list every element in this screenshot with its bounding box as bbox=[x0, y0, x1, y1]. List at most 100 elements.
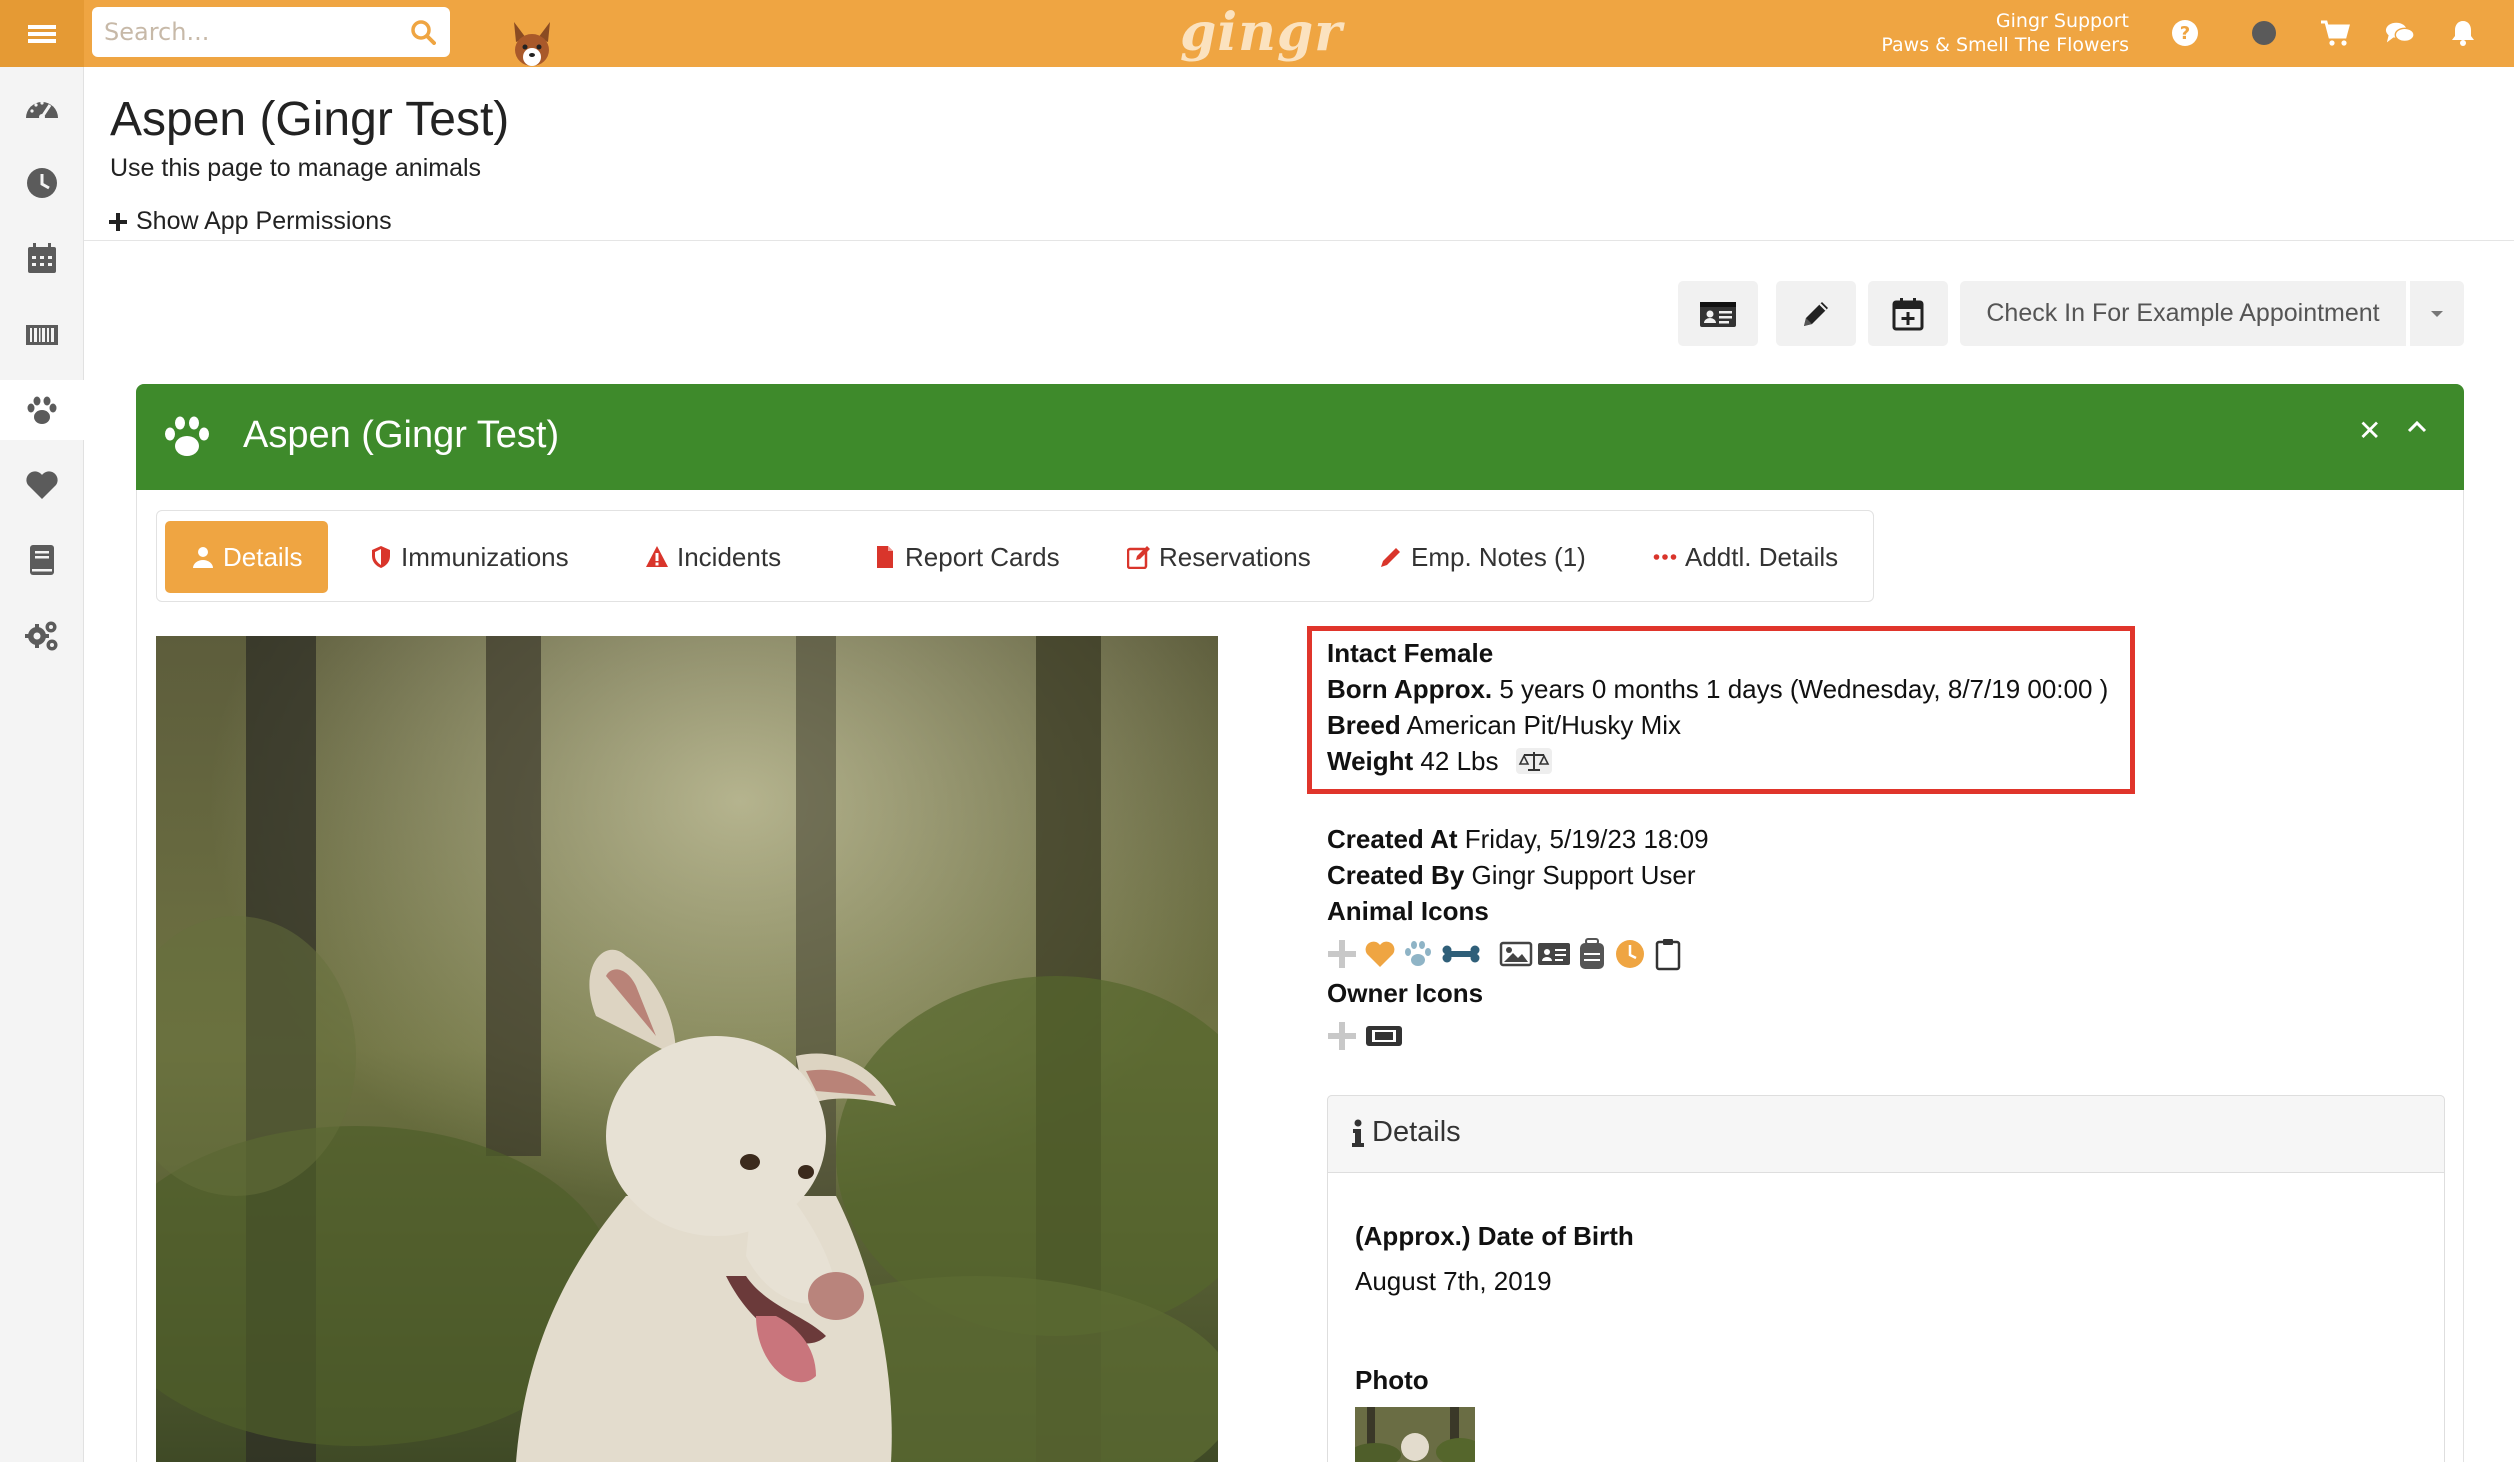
book-icon bbox=[30, 545, 54, 575]
paw-icon[interactable] bbox=[1401, 937, 1435, 971]
add-icon[interactable] bbox=[1325, 937, 1359, 971]
sidebar-item-animals[interactable] bbox=[0, 380, 84, 440]
animal-sex: Intact Female bbox=[1327, 638, 1494, 668]
page-title: Aspen (Gingr Test) bbox=[110, 93, 510, 146]
chat-icon[interactable] bbox=[2385, 18, 2415, 48]
heart-icon bbox=[26, 471, 58, 499]
sidebar-item-dashboard[interactable] bbox=[0, 79, 84, 139]
details-card-header bbox=[1327, 1095, 2445, 1173]
tab-label: Reservations bbox=[1159, 541, 1311, 572]
bone-icon[interactable] bbox=[1439, 937, 1483, 971]
close-icon[interactable]: ✕ bbox=[2358, 414, 2381, 447]
location-name: Paws & Smell The Flowers bbox=[1881, 34, 2129, 56]
gingr-logo[interactable]: gingr bbox=[1180, 2, 1343, 63]
tab-details[interactable]: Details bbox=[165, 521, 329, 593]
cart-icon[interactable] bbox=[2320, 18, 2350, 48]
image-icon[interactable] bbox=[1499, 937, 1533, 971]
status-dot-icon[interactable] bbox=[2249, 18, 2279, 48]
tab-label: Addtl. Details bbox=[1685, 541, 1839, 572]
pencil-icon bbox=[1381, 548, 1400, 567]
sidebar-item-settings[interactable] bbox=[0, 605, 84, 665]
sidebar-item-history[interactable] bbox=[0, 153, 84, 213]
svg-text:?: ? bbox=[2180, 23, 2190, 44]
owner-icons-label: Owner Icons bbox=[1327, 978, 1484, 1008]
ellipsis-icon bbox=[1653, 554, 1677, 560]
weight-scale-button[interactable] bbox=[1515, 748, 1552, 775]
animal-breed: Breed American Pit/Husky Mix bbox=[1327, 710, 1681, 740]
details-card-title: Details bbox=[1352, 1116, 1461, 1149]
help-icon[interactable]: ? bbox=[2170, 18, 2200, 48]
calendar-plus-icon bbox=[1892, 297, 1924, 330]
sidebar-item-calendar[interactable] bbox=[0, 229, 84, 289]
pencil-icon bbox=[1804, 301, 1828, 326]
clock-icon[interactable] bbox=[1613, 937, 1647, 971]
animal-icons-row bbox=[1325, 934, 1685, 974]
owner-icons-row bbox=[1325, 1016, 1405, 1056]
edit-icon bbox=[1127, 546, 1150, 569]
shield-icon bbox=[372, 546, 390, 568]
heart-icon[interactable] bbox=[1363, 937, 1397, 971]
search-icon[interactable] bbox=[410, 19, 436, 45]
speedometer-icon bbox=[26, 101, 58, 120]
check-in-button[interactable]: Check In For Example Appointment bbox=[1960, 281, 2406, 346]
id-card-button[interactable] bbox=[1678, 281, 1758, 346]
tab-immunizations[interactable]: Immunizations bbox=[343, 521, 595, 593]
user-info[interactable]: Gingr Support Paws & Smell The Flowers bbox=[1881, 9, 2129, 57]
tab-emp-notes[interactable]: Emp. Notes (1) bbox=[1353, 521, 1612, 593]
paw-icon bbox=[27, 396, 57, 424]
hamburger-icon bbox=[28, 24, 56, 43]
paw-icon bbox=[165, 416, 209, 456]
clock-icon bbox=[27, 168, 57, 198]
id-card-icon[interactable] bbox=[1537, 937, 1571, 971]
search-box bbox=[92, 7, 450, 57]
page-subtitle: Use this page to manage animals bbox=[110, 154, 482, 182]
id-card-icon bbox=[1700, 301, 1736, 327]
chevron-up-icon[interactable] bbox=[2404, 414, 2430, 440]
user-icon bbox=[193, 547, 213, 568]
tab-reservations[interactable]: Reservations bbox=[1101, 521, 1337, 593]
animal-icons-label: Animal Icons bbox=[1327, 896, 1489, 926]
tab-label: Details bbox=[223, 541, 303, 572]
animal-panel-title: Aspen (Gingr Test) bbox=[243, 414, 560, 456]
menu-toggle-button[interactable] bbox=[0, 0, 84, 67]
show-permissions-link[interactable]: Show App Permissions bbox=[108, 207, 392, 236]
animal-weight: Weight 42 Lbs bbox=[1327, 746, 1552, 777]
top-bar: gingr Gingr Support Paws & Smell The Flo… bbox=[0, 0, 2514, 67]
photo-label: Photo bbox=[1355, 1365, 1429, 1395]
add-icon[interactable] bbox=[1325, 1019, 1359, 1053]
dob-label: (Approx.) Date of Birth bbox=[1355, 1221, 1634, 1251]
edit-animal-button[interactable] bbox=[1776, 281, 1856, 346]
tab-label: Report Cards bbox=[905, 541, 1060, 572]
caret-down-icon bbox=[2431, 310, 2443, 317]
animal-tabs: Details Immunizations Incidents Report C… bbox=[156, 510, 1874, 602]
plus-icon bbox=[109, 212, 127, 231]
sidebar-item-barcode[interactable] bbox=[0, 305, 84, 365]
calendar-icon bbox=[28, 243, 56, 273]
photo-thumbnail[interactable] bbox=[1355, 1407, 1475, 1462]
sidebar-item-favorites[interactable] bbox=[0, 455, 84, 515]
kennel-icon[interactable] bbox=[1575, 937, 1609, 971]
animal-photo bbox=[156, 636, 1218, 1462]
bell-icon[interactable] bbox=[2448, 18, 2478, 48]
created-at: Created At Friday, 5/19/23 18:09 bbox=[1327, 824, 1709, 854]
file-icon bbox=[877, 546, 893, 568]
barcode-icon bbox=[26, 325, 58, 345]
ticket-icon[interactable] bbox=[1363, 1019, 1405, 1053]
search-input[interactable] bbox=[92, 7, 392, 57]
mascot-fox-icon bbox=[514, 22, 550, 66]
tab-incidents[interactable]: Incidents bbox=[619, 521, 807, 593]
scale-icon bbox=[1518, 752, 1550, 772]
info-icon bbox=[1352, 1119, 1364, 1147]
tab-report-cards[interactable]: Report Cards bbox=[847, 521, 1086, 593]
clipboard-icon[interactable] bbox=[1651, 937, 1685, 971]
tab-addtl-details[interactable]: Addtl. Details bbox=[1627, 521, 1864, 593]
animal-born: Born Approx. 5 years 0 months 1 days (We… bbox=[1327, 674, 2109, 704]
check-in-dropdown-toggle[interactable] bbox=[2410, 281, 2464, 346]
sidebar-item-reports[interactable] bbox=[0, 530, 84, 590]
sidebar bbox=[0, 67, 84, 1462]
new-reservation-button[interactable] bbox=[1868, 281, 1948, 346]
dob-value: August 7th, 2019 bbox=[1355, 1266, 1552, 1296]
user-name: Gingr Support bbox=[1995, 10, 2129, 32]
warning-icon bbox=[646, 546, 668, 567]
gears-icon bbox=[25, 621, 58, 651]
